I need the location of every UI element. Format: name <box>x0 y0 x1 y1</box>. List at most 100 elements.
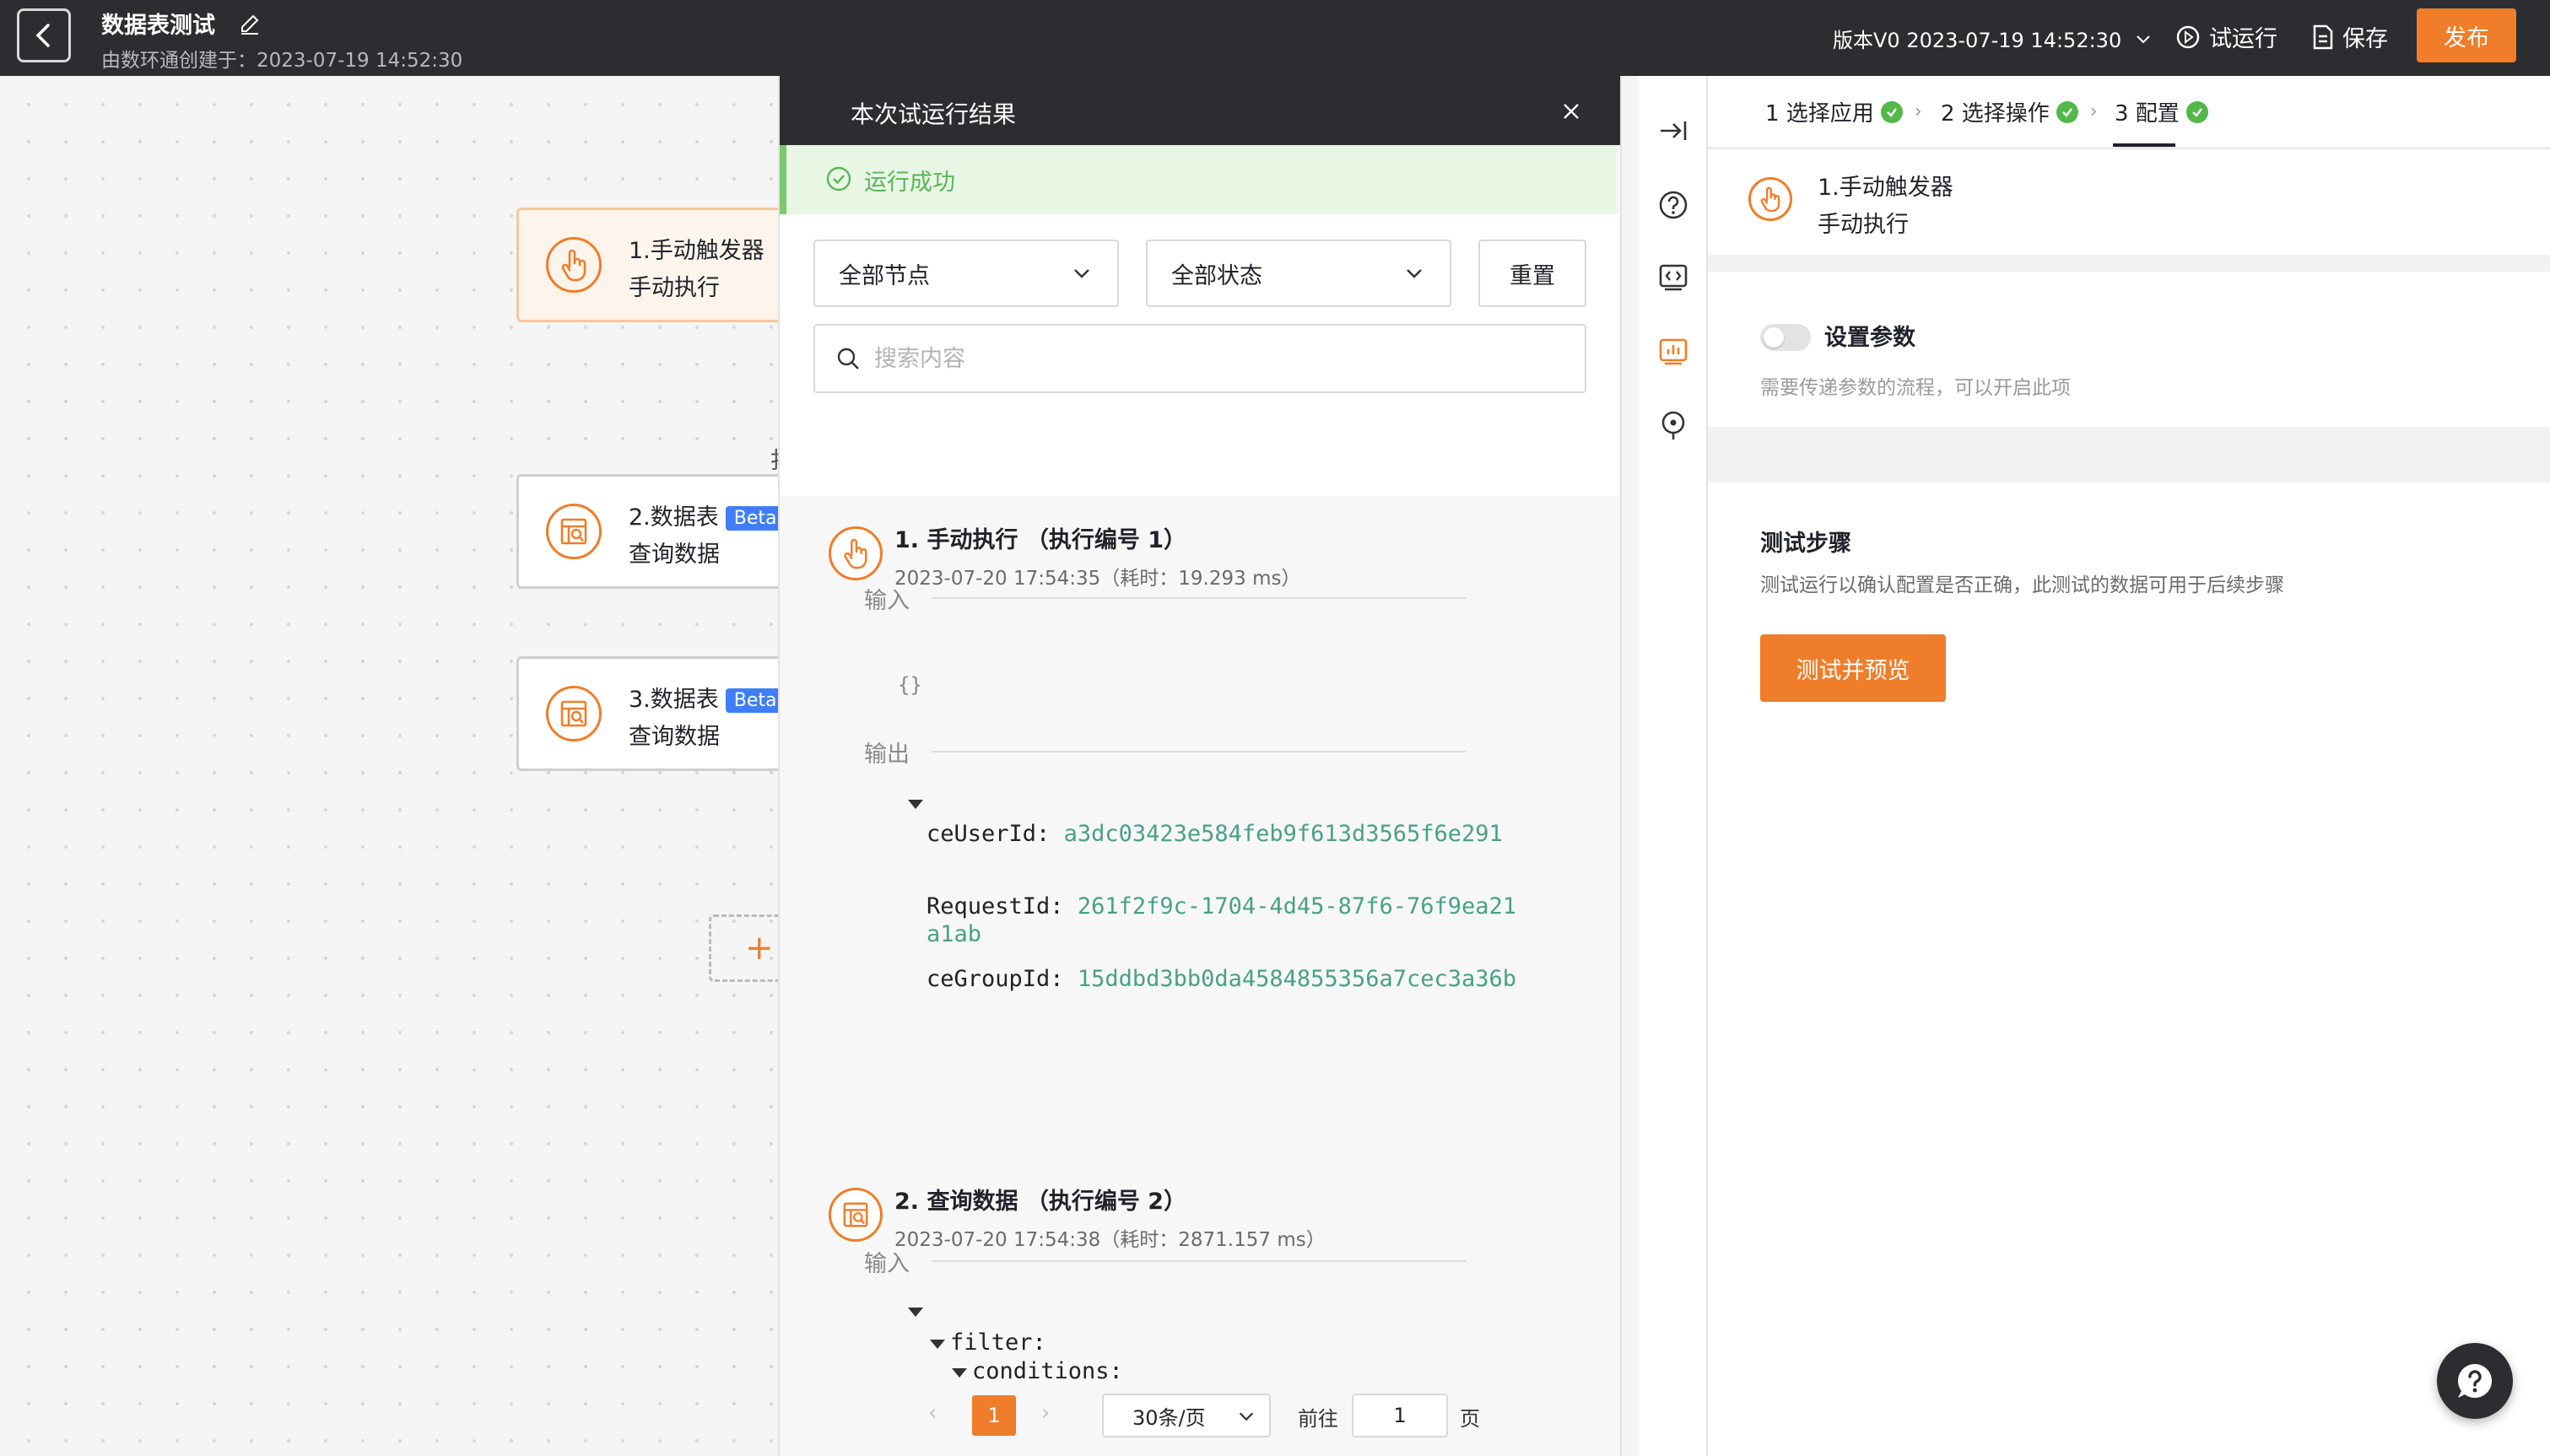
step-meta: 2023-07-20 17:54:35（耗时：19.293 ms） <box>894 568 1301 590</box>
trigger-subtitle: 手动执行 <box>1818 212 1909 238</box>
collapse-panel-button[interactable] <box>1656 113 1691 148</box>
collapse-caret-icon[interactable] <box>908 1308 923 1317</box>
collapse-caret-icon[interactable] <box>952 1368 967 1378</box>
beta-badge: Beta <box>725 506 786 531</box>
trigger-summary: 1.手动触发器 手动执行 <box>1708 150 2550 255</box>
run-log-button[interactable] <box>1656 334 1691 369</box>
close-icon <box>1564 104 1579 119</box>
param-toggle[interactable] <box>1760 324 1811 351</box>
page-number-current[interactable]: 1 <box>972 1395 1016 1436</box>
back-button[interactable] <box>17 8 71 62</box>
reset-button[interactable]: 重置 <box>1478 240 1586 307</box>
tool-strip <box>1639 76 1708 1456</box>
node-title: 2.数据表 Beta <box>629 499 786 531</box>
table-search-icon <box>546 504 602 559</box>
save-button[interactable]: 保存 <box>2312 20 2388 53</box>
page-size-value: 30条/页 <box>1132 1405 1206 1430</box>
collapse-caret-icon[interactable] <box>930 1340 945 1349</box>
test-preview-button[interactable]: 测试并预览 <box>1760 634 1946 702</box>
goto-page-input[interactable]: 1 <box>1352 1394 1448 1437</box>
field-key: ceGroupId: <box>927 966 1064 992</box>
add-node-button[interactable]: + <box>709 914 785 982</box>
chevron-left-icon <box>35 24 50 47</box>
node-filter-value: 全部节点 <box>839 262 930 289</box>
flow-canvas[interactable]: 1.手动触发器 手动执行 扌 2.数据表Beta 查询数据 3.数据表Beta … <box>0 76 792 1456</box>
next-page-button[interactable]: › <box>1041 1400 1050 1426</box>
panel-title: 本次试运行结果 <box>851 100 1017 128</box>
check-circle-icon <box>826 166 851 191</box>
flow-node-table-query[interactable]: 3.数据表 Beta 查询数据 <box>516 656 786 771</box>
table-search-icon <box>829 1188 883 1242</box>
chevron-right-icon: › <box>1914 101 1922 122</box>
status-filter-value: 全部状态 <box>1171 262 1262 289</box>
page-size-select[interactable]: 30条/页 <box>1102 1394 1271 1437</box>
node-title-text: 2.数据表 <box>629 504 719 531</box>
flow-node-trigger[interactable]: 1.手动触发器 手动执行 <box>516 208 786 322</box>
step-configure[interactable]: 3 配置 <box>2115 96 2208 127</box>
chart-window-icon <box>1659 338 1688 365</box>
location-button[interactable] <box>1656 408 1691 444</box>
search-input[interactable] <box>874 339 1566 378</box>
chevron-down-icon <box>2137 35 2150 43</box>
node-filter-select[interactable]: 全部节点 <box>813 240 1119 307</box>
test-description: 测试运行以确认配置是否正确，此测试的数据可用于后续步骤 <box>1760 574 2284 596</box>
node-title-text: 3.数据表 <box>629 687 719 713</box>
trial-run-button[interactable]: 试运行 <box>2175 20 2277 53</box>
step-meta: 2023-07-20 17:54:38（耗时：2871.157 ms） <box>894 1229 1326 1251</box>
panel-header: 本次试运行结果 <box>780 76 1620 145</box>
field-value: 15ddbd3bb0da4584855356a7cec3a36b <box>1077 966 1516 992</box>
map-pin-icon <box>1661 411 1685 439</box>
step-label: 3 配置 <box>2115 101 2180 127</box>
help-chat-button[interactable] <box>2437 1343 2513 1419</box>
question-circle-icon <box>1659 191 1688 219</box>
version-select[interactable]: 版本V0 2023-07-19 14:52:30 <box>1833 24 2152 53</box>
version-label: 版本V0 2023-07-19 14:52:30 <box>1833 29 2122 52</box>
collapse-caret-icon[interactable] <box>908 800 923 809</box>
trial-run-label: 试运行 <box>2209 26 2277 52</box>
output-field: ceUserId: a3dc03423e584feb9f613d3565f6e2… <box>927 820 1517 848</box>
param-description: 需要传递参数的流程，可以开启此项 <box>1760 377 2071 399</box>
tree-key: conditions: <box>972 1358 1123 1384</box>
active-step-indicator <box>2113 143 2175 147</box>
publish-button[interactable]: 发布 <box>2417 8 2516 62</box>
play-circle-icon <box>2176 25 2200 48</box>
input-value: {} <box>898 673 922 697</box>
search-box[interactable] <box>813 324 1586 393</box>
flow-node-table-query[interactable]: 2.数据表 Beta 查询数据 <box>516 474 786 589</box>
step-select-app[interactable]: 1 选择应用 › <box>1765 96 1922 127</box>
step-select-action[interactable]: 2 选择操作 › <box>1941 96 2098 127</box>
top-bar: 数据表测试 由数环通创建于：2023-07-19 14:52:30 版本V0 2… <box>0 0 2550 76</box>
code-button[interactable] <box>1656 260 1691 295</box>
close-button[interactable] <box>1556 96 1586 127</box>
output-field: RequestId: 261f2f9c-1704-4d45-87f6-76f9e… <box>927 892 1517 948</box>
output-label: 输出 <box>864 741 910 768</box>
help-button[interactable] <box>1656 187 1691 223</box>
page-title: 数据表测试 <box>101 13 215 39</box>
divider <box>932 1260 1467 1262</box>
chevron-down-icon <box>1407 269 1422 278</box>
node-subtitle: 手动执行 <box>629 275 720 301</box>
document-icon <box>2313 24 2333 49</box>
filter-area: 全部节点 全部状态 重置 <box>780 214 1618 496</box>
input-label: 输入 <box>864 588 910 614</box>
node-subtitle: 查询数据 <box>629 724 720 750</box>
param-section: 设置参数 需要传递参数的流程，可以开启此项 <box>1708 272 2550 427</box>
param-title: 设置参数 <box>1824 325 1915 351</box>
step-label: 1 选择应用 <box>1765 101 1874 127</box>
prev-page-button[interactable]: ‹ <box>928 1400 937 1426</box>
field-key: RequestId: <box>927 893 1064 919</box>
arrow-to-right-icon <box>1661 121 1687 140</box>
question-bubble-icon <box>2458 1364 2492 1398</box>
hand-pointer-icon <box>546 237 602 293</box>
success-banner: 运行成功 <box>780 145 1617 214</box>
success-text: 运行成功 <box>864 170 955 196</box>
test-section: 测试步骤 测试运行以确认配置是否正确，此测试的数据可用于后续步骤 测试并预览 <box>1708 483 2550 1456</box>
node-title: 1.手动触发器 <box>629 238 764 264</box>
pagination: ‹ 1 › 30条/页 前往 1 页 <box>780 1392 1620 1443</box>
status-filter-select[interactable]: 全部状态 <box>1146 240 1451 307</box>
check-icon <box>2056 100 2078 123</box>
node-title: 3.数据表 Beta <box>629 681 786 714</box>
config-panel: 1 选择应用 › 2 选择操作 › 3 配置 1.手动触发器 手动执行 设置参数… <box>1708 76 2550 1456</box>
edit-icon[interactable] <box>238 12 262 35</box>
node-subtitle: 查询数据 <box>629 542 720 568</box>
